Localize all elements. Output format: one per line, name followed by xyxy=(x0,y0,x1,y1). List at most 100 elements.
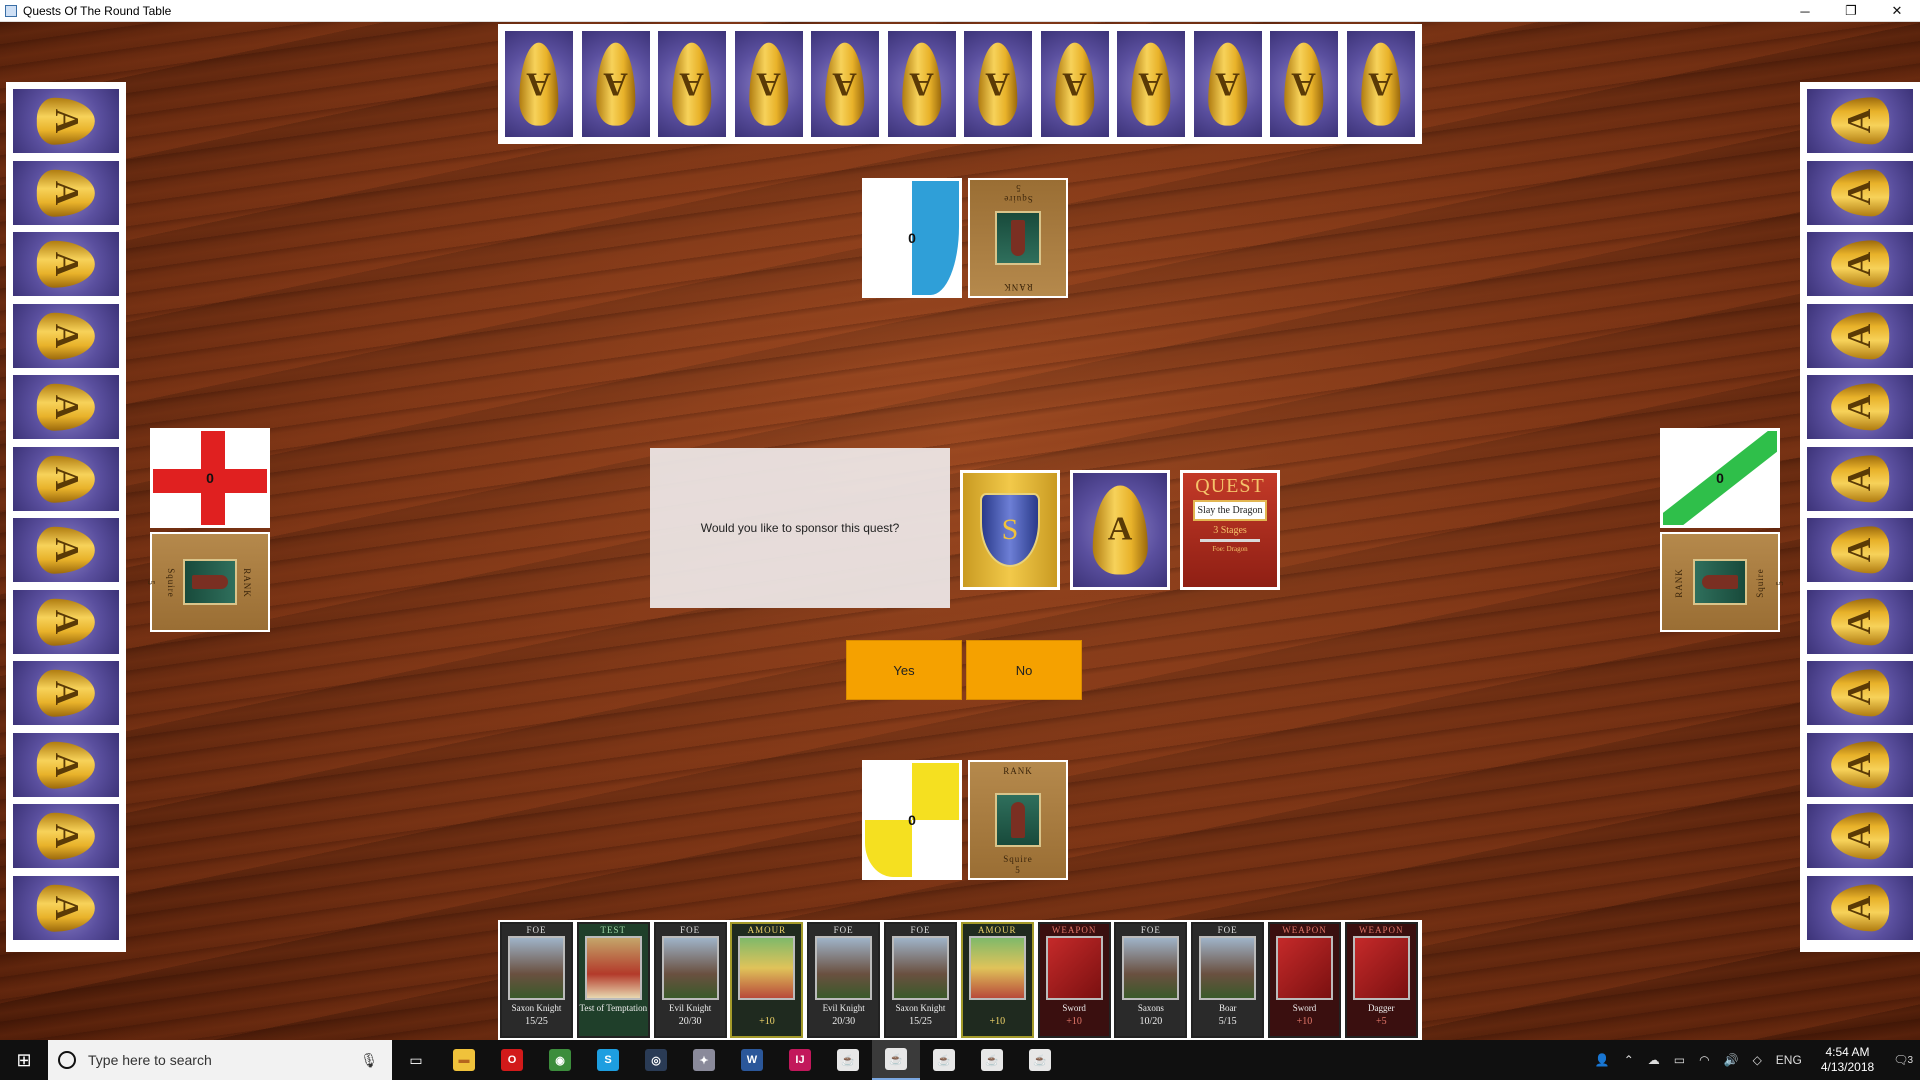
opponent-card-back: A xyxy=(1190,28,1265,140)
top-shield-count: 0 xyxy=(908,230,916,246)
top-player-rank-card: RANK Squire 5 xyxy=(968,178,1068,298)
story-deck-shield-icon: S xyxy=(980,493,1040,567)
taskbar-intellij-icon[interactable]: IJ xyxy=(776,1040,824,1080)
weapon-card[interactable]: WEAPON Dagger +5 xyxy=(1344,922,1418,1038)
card-back-shield-icon: A xyxy=(1831,669,1889,717)
foe-card[interactable]: FOE Saxons 10/20 xyxy=(1114,922,1188,1038)
test-card[interactable]: TEST Test of Temptation xyxy=(576,922,650,1038)
minimize-button[interactable]: ─ xyxy=(1782,0,1828,22)
taskbar-java-app-3-icon[interactable]: ☕ xyxy=(920,1040,968,1080)
wifi-icon[interactable]: ◠ xyxy=(1699,1053,1709,1067)
task-view-icon[interactable]: ▭ xyxy=(392,1040,440,1080)
card-back-letter: A xyxy=(985,65,1011,103)
taskbar-file-explorer-icon[interactable]: ▬ xyxy=(440,1040,488,1080)
windows-start-icon[interactable]: ⊞ xyxy=(0,1040,48,1080)
intellij-glyph: IJ xyxy=(789,1049,811,1071)
shield-color-fill xyxy=(912,181,959,295)
taskbar-java-app-5-icon[interactable]: ☕ xyxy=(1016,1040,1064,1080)
taskbar-java-app-4-icon[interactable]: ☕ xyxy=(968,1040,1016,1080)
card-value: +10 xyxy=(1296,1016,1313,1027)
story-deck[interactable]: S xyxy=(960,470,1060,590)
card-art xyxy=(968,936,1026,1000)
window-title: Quests Of The Round Table xyxy=(23,3,172,18)
app-window-icon xyxy=(5,4,17,17)
language-indicator[interactable]: ENG xyxy=(1776,1053,1802,1067)
foe-card[interactable]: FOE Saxon Knight 15/25 xyxy=(884,922,957,1038)
close-button[interactable]: ✕ xyxy=(1874,0,1920,22)
yes-button[interactable]: Yes xyxy=(846,640,962,700)
java-app-3-glyph: ☕ xyxy=(933,1049,955,1071)
card-back-shield-icon: A xyxy=(37,383,95,431)
card-type: FOE xyxy=(526,925,547,935)
opponent-card-back: A xyxy=(10,86,122,156)
foe-card[interactable]: FOE Evil Knight 20/30 xyxy=(653,922,727,1038)
foe-card[interactable]: FOE Boar 5/15 xyxy=(1191,922,1265,1038)
dropbox-icon[interactable]: ◇ xyxy=(1753,1053,1762,1067)
notifications-icon[interactable]: 🗨 xyxy=(1893,1053,1908,1067)
foe-card[interactable]: FOE Saxon Knight 15/25 xyxy=(500,922,573,1038)
java-app-1-glyph: ☕ xyxy=(837,1049,859,1071)
card-back-letter: A xyxy=(1841,108,1878,134)
taskbar-clock[interactable]: 4:54 AM 4/13/2018 xyxy=(1821,1045,1874,1075)
chrome-glyph: ◉ xyxy=(549,1049,571,1071)
card-back-letter: A xyxy=(48,323,85,348)
story-deck-letter: S xyxy=(1001,513,1019,546)
card-back-shield-icon: A xyxy=(1831,240,1889,288)
amour-card[interactable]: AMOUR +10 xyxy=(960,922,1034,1038)
opponent-card-back: A xyxy=(1267,28,1341,140)
onedrive-icon[interactable]: ☁ xyxy=(1648,1053,1660,1067)
volume-icon[interactable]: 🔊 xyxy=(1724,1053,1739,1067)
current-quest-card: QUEST Slay the Dragon 3 Stages Foe: Drag… xyxy=(1180,470,1280,590)
people-icon[interactable]: 👤 xyxy=(1595,1053,1610,1067)
taskbar-skype-icon[interactable]: S xyxy=(584,1040,632,1080)
java-app-4-glyph: ☕ xyxy=(981,1049,1003,1071)
maximize-button[interactable]: ❐ xyxy=(1828,0,1874,22)
opponent-card-back: A xyxy=(1804,658,1916,728)
card-type: TEST xyxy=(600,925,627,935)
card-name: Evil Knight xyxy=(822,1003,865,1013)
opponent-card-back: A xyxy=(1804,157,1916,228)
taskbar-java-app-2-icon[interactable]: ☕ xyxy=(872,1040,920,1080)
show-hidden-icons-icon[interactable]: ⌃ xyxy=(1624,1053,1634,1067)
taskbar-search-box[interactable]: Type here to search 🎙 xyxy=(48,1040,392,1080)
card-type: FOE xyxy=(910,925,931,935)
taskbar-chrome-icon[interactable]: ◉ xyxy=(536,1040,584,1080)
adventure-deck[interactable]: A xyxy=(1070,470,1170,590)
weapon-card[interactable]: WEAPON Sword +10 xyxy=(1037,922,1111,1038)
taskbar-opera-icon[interactable]: O xyxy=(488,1040,536,1080)
foe-card[interactable]: FOE Evil Knight 20/30 xyxy=(807,922,881,1038)
card-back-letter: A xyxy=(1841,394,1878,420)
taskbar-game-app-icon[interactable]: ✦ xyxy=(680,1040,728,1080)
card-back-shield-icon: A xyxy=(37,97,95,145)
opponent-card-back: A xyxy=(1804,300,1916,371)
amour-card[interactable]: AMOUR +10 xyxy=(730,922,804,1038)
card-back-shield-icon: A xyxy=(1831,884,1889,931)
squire-portrait xyxy=(183,559,237,605)
card-back-letter: A xyxy=(909,65,934,103)
no-button[interactable]: No xyxy=(966,640,1082,700)
card-back-letter: A xyxy=(1841,466,1878,491)
card-back-shield-icon: A xyxy=(519,42,559,126)
card-back-letter: A xyxy=(1841,180,1878,205)
card-art xyxy=(1199,936,1257,1000)
taskbar-word-icon[interactable]: W xyxy=(728,1040,776,1080)
right-player-shield: 0 xyxy=(1660,428,1780,528)
taskbar-java-app-1-icon[interactable]: ☕ xyxy=(824,1040,872,1080)
card-value: +10 xyxy=(759,1016,775,1027)
taskbar-steam-icon[interactable]: ◎ xyxy=(632,1040,680,1080)
left-player-shield: 0 xyxy=(150,428,270,528)
opponent-card-back: A xyxy=(655,28,729,140)
microphone-icon[interactable]: 🎙 xyxy=(360,1052,378,1069)
opponent-card-back: A xyxy=(10,300,122,371)
bottom-player-rank-card: RANK Squire 5 xyxy=(968,760,1068,880)
battery-icon[interactable]: ▭ xyxy=(1674,1053,1685,1067)
quest-card-stages: 3 Stages xyxy=(1213,525,1247,536)
weapon-card[interactable]: WEAPON Sword +10 xyxy=(1268,922,1341,1038)
shield-quarter-bottom xyxy=(865,820,912,877)
card-art xyxy=(1045,936,1103,1000)
opera-glyph: O xyxy=(501,1049,523,1071)
card-back-letter: A xyxy=(1841,609,1878,634)
card-back-shield-icon: A xyxy=(37,526,95,574)
right-player-hand: A A A A A A A A A A A A xyxy=(1800,82,1920,952)
card-type: FOE xyxy=(1140,925,1161,935)
